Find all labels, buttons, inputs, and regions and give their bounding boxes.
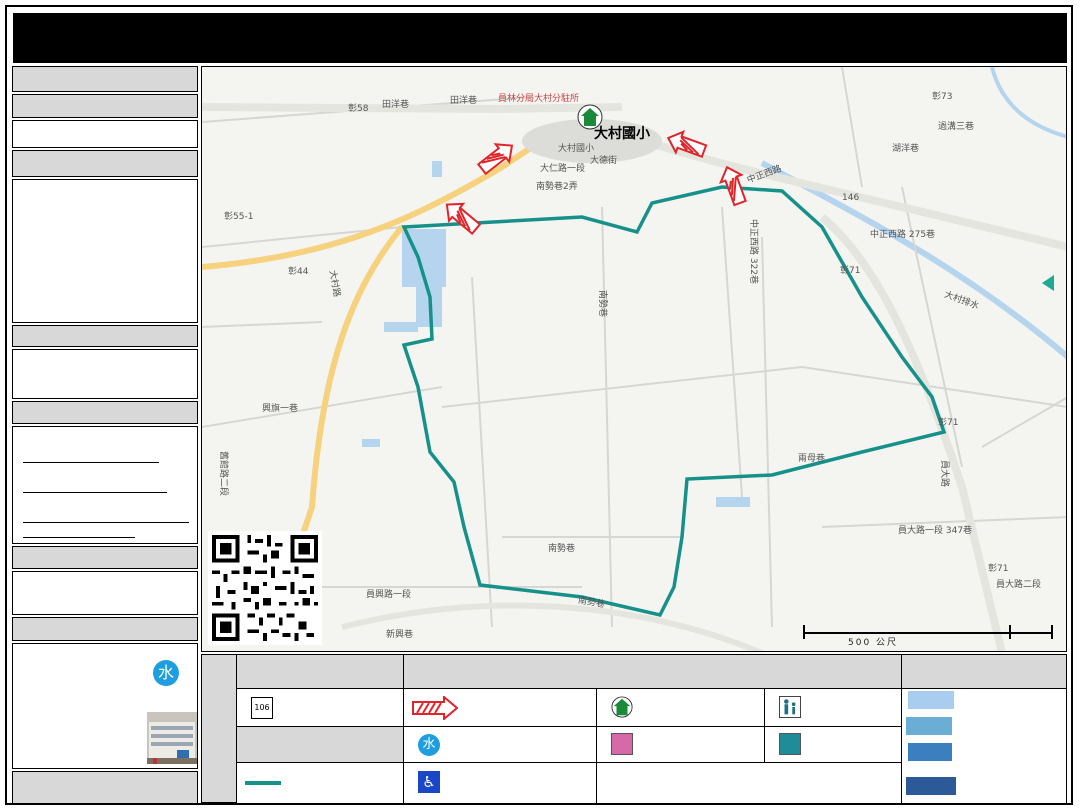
road-label: 中正西路 275巷 — [870, 230, 936, 240]
legend-cell — [597, 763, 902, 803]
police-station-label: 員林分局大村分駐所 — [498, 94, 580, 104]
legend-cell — [404, 689, 597, 727]
sidebar-header-6 — [12, 546, 198, 569]
nursing-room-icon — [611, 733, 633, 755]
legend-cell: ♿ — [404, 763, 597, 803]
blank-line — [23, 462, 159, 463]
family-icon — [779, 696, 801, 718]
road-label: 員大路 — [939, 459, 950, 488]
road-label: 湖洋巷 — [892, 144, 920, 154]
legend-side-cell — [202, 655, 237, 803]
legend-cell: 106 — [237, 689, 404, 727]
blank-line — [23, 492, 167, 493]
legend-cell — [765, 727, 902, 763]
building-photo — [147, 712, 197, 764]
sidebar-field-4 — [12, 426, 198, 544]
school-name-label: 大村國小 — [594, 126, 650, 142]
route-label: 彰73 — [932, 92, 953, 102]
legend-cell — [902, 689, 1066, 803]
route-label: 彰44 — [288, 267, 309, 277]
scale-label: 500 公尺 — [848, 638, 899, 648]
sidebar-field-1 — [12, 120, 198, 148]
sidebar-field-6: 水 — [12, 643, 198, 769]
blank-line — [23, 537, 135, 538]
legend-cell — [765, 689, 902, 727]
road-label: 南勢巷2弄 — [536, 182, 578, 192]
wheelchair-icon: ♿ — [418, 771, 440, 793]
road-label: 過溝三巷 — [938, 122, 975, 132]
route-label: 彰58 — [348, 104, 369, 114]
sidebar-header-3 — [12, 150, 198, 177]
pond — [716, 497, 750, 507]
route-label: 彰71 — [938, 418, 959, 428]
map-panel[interactable]: 大村國小 員林分局大村分駐所 田洋巷 田洋巷 彰58 彰73 彰55-1 彰44… — [201, 66, 1067, 652]
sidebar-field-5 — [12, 571, 198, 615]
flood-depth-swatch-2 — [906, 717, 952, 735]
road-label: 員興路一段 — [366, 590, 412, 600]
evacuation-arrow-icon — [412, 696, 458, 720]
legend-cell — [597, 689, 765, 727]
road-label: 南勢巷 — [548, 544, 576, 554]
route-label: 彰71 — [840, 266, 861, 276]
water-tap-icon: 水 — [153, 660, 179, 686]
road-label: 兩母巷 — [798, 454, 826, 464]
legend-header — [237, 655, 404, 689]
road-number-badge: 106 — [251, 697, 273, 719]
flood-depth-swatch-3 — [908, 743, 952, 761]
route-label: 彰71 — [988, 564, 1009, 574]
place-label: 大村國小 — [558, 144, 595, 154]
legend-cell — [237, 727, 404, 763]
road-label: 大仁路一段 — [540, 164, 586, 174]
road-label: 田洋巷 — [450, 96, 478, 106]
pond — [432, 161, 442, 177]
route-label: 彰55-1 — [224, 212, 254, 222]
title-bar — [13, 13, 1067, 63]
sidebar-header-5 — [12, 401, 198, 424]
boundary-line-symbol — [245, 781, 281, 785]
legend-header — [404, 655, 902, 689]
road-label: 新興巷 — [386, 630, 414, 640]
pond — [362, 439, 380, 447]
sidebar-header-1 — [12, 66, 198, 92]
map-canvas — [202, 67, 1066, 651]
legend-cell — [597, 727, 765, 763]
legend-panel: 106 水 ♿ — [201, 654, 1067, 804]
sidebar-field-3 — [12, 349, 198, 399]
school-icon — [611, 696, 633, 718]
road-label: 舊館路二段 — [218, 450, 229, 497]
qr-code[interactable] — [208, 531, 322, 645]
road-label: 南勢巷 — [597, 289, 608, 318]
sidebar-field-2 — [12, 179, 198, 323]
legend-header — [902, 655, 1066, 689]
sidebar-header-7 — [12, 617, 198, 641]
road — [202, 103, 623, 114]
legend-cell: 水 — [404, 727, 597, 763]
baby-changing-icon — [779, 733, 801, 755]
legend-cell — [237, 763, 404, 803]
route-label: 146 — [842, 193, 860, 203]
flood-depth-swatch-4 — [906, 777, 956, 795]
water-tap-icon: 水 — [418, 734, 440, 756]
sidebar-header-2 — [12, 94, 198, 118]
flood-depth-swatch-1 — [908, 691, 954, 709]
road-label: 員大路二段 — [996, 580, 1042, 590]
pond — [384, 322, 418, 332]
sidebar-footer — [12, 771, 198, 804]
road-label: 大德街 — [590, 156, 618, 166]
road-label: 中正西路 322巷 — [748, 218, 759, 285]
road-label: 田洋巷 — [382, 100, 410, 110]
road-label: 興旗一巷 — [262, 404, 299, 414]
sidebar-header-4 — [12, 325, 198, 347]
blank-line — [23, 522, 189, 523]
road-label: 員大路一段 347巷 — [898, 526, 973, 536]
